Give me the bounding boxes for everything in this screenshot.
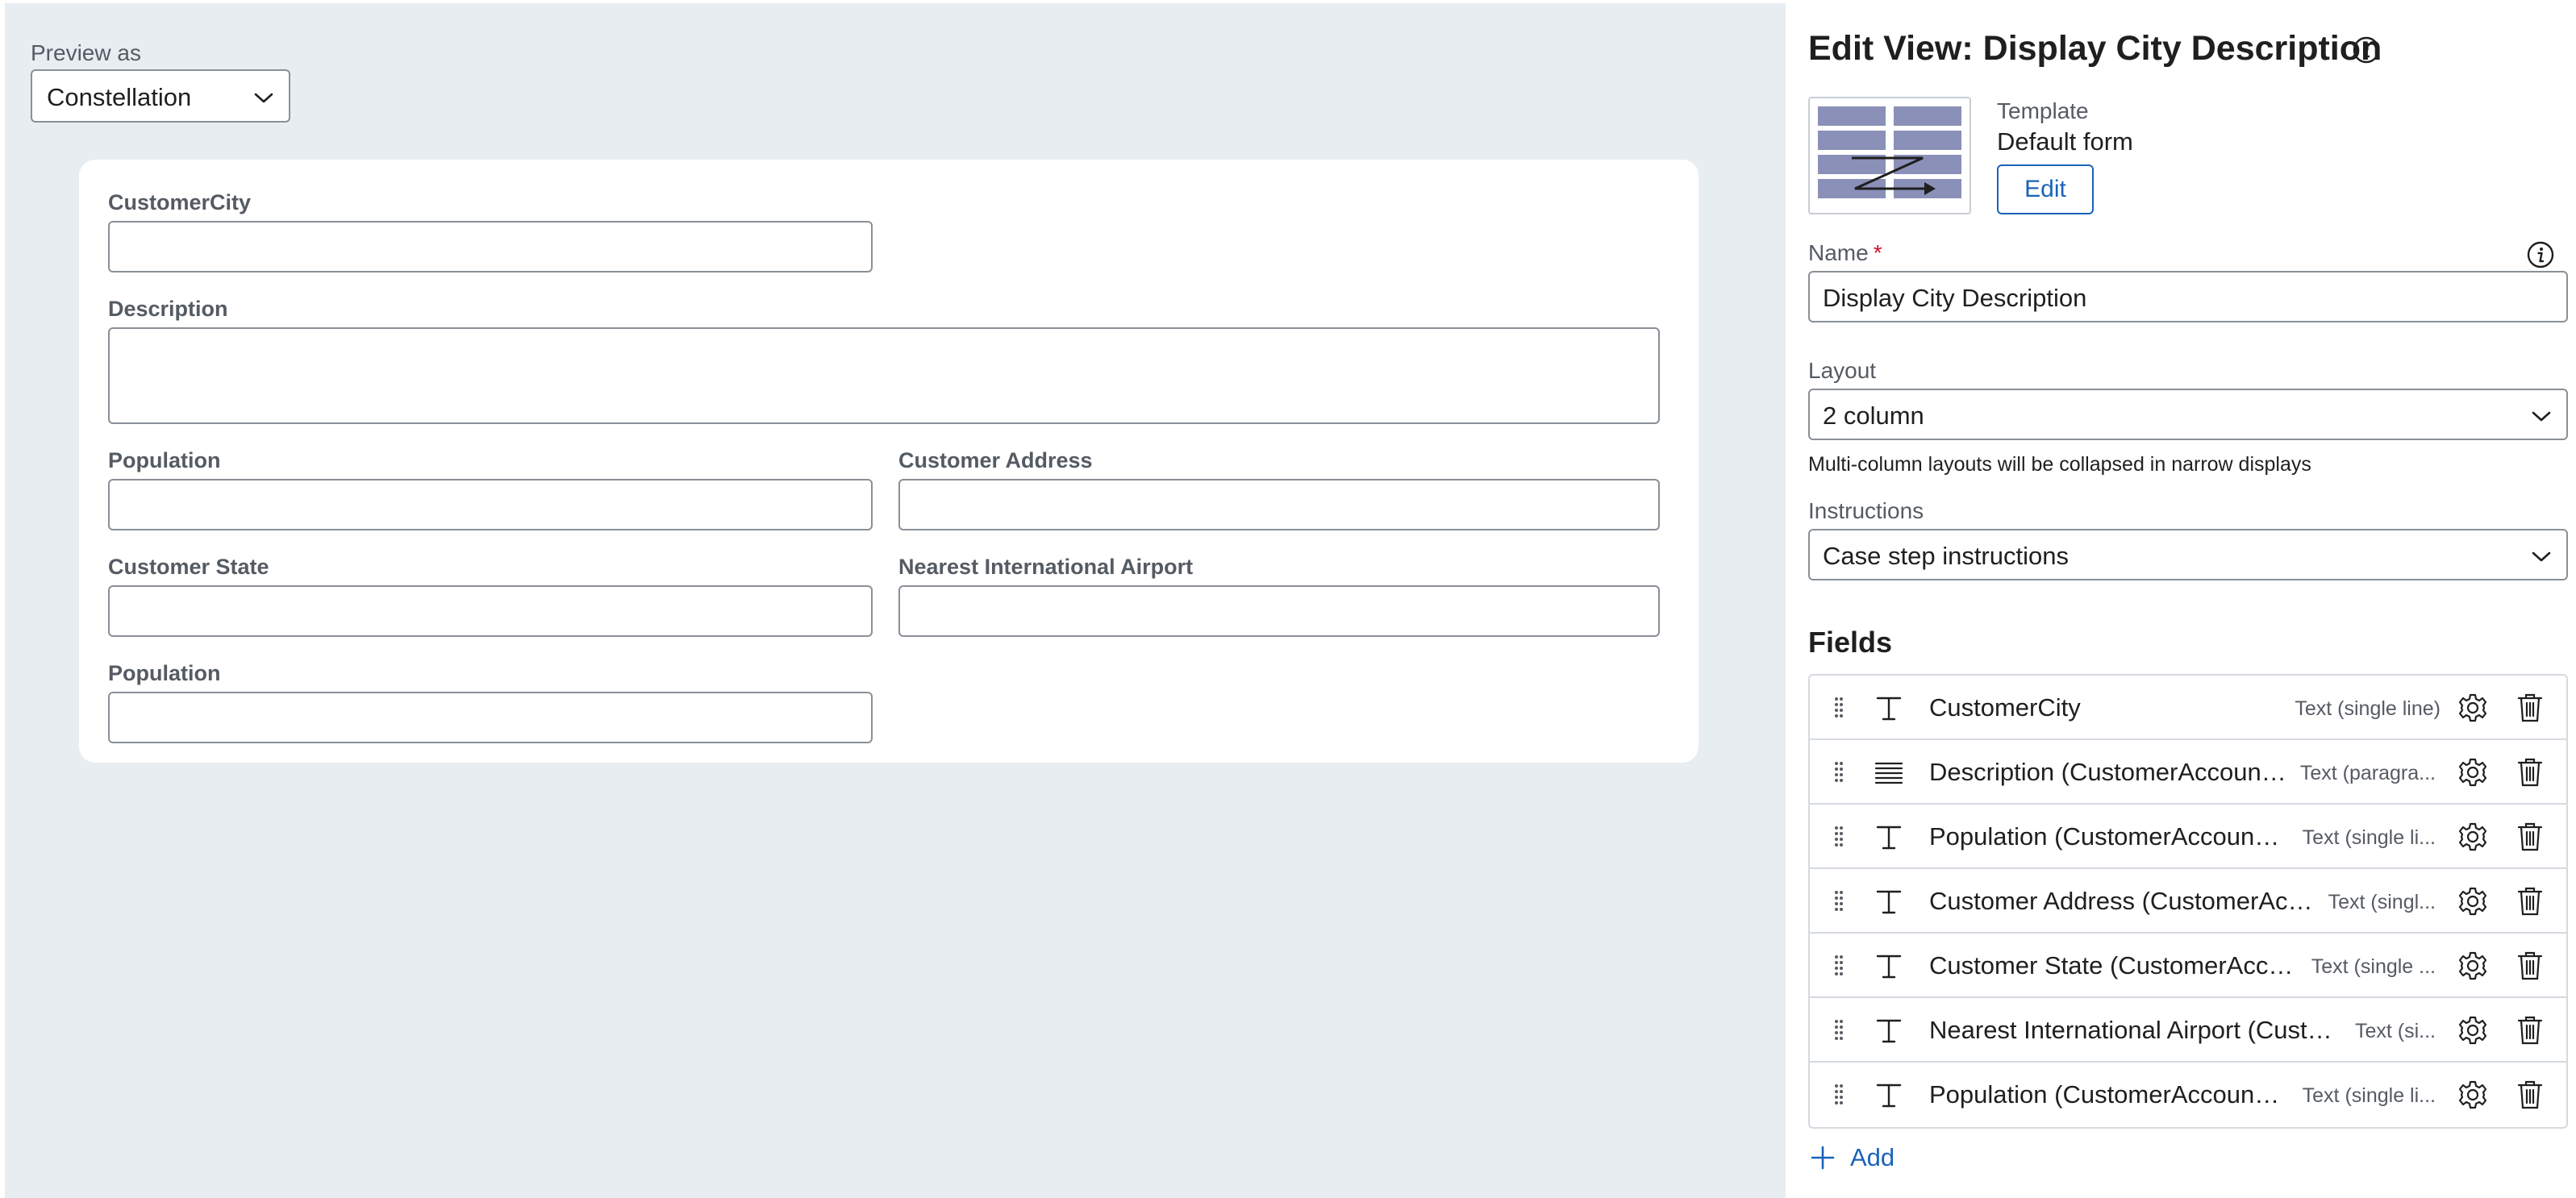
drag-handle-icon[interactable] bbox=[1834, 697, 1844, 719]
field-row[interactable]: Nearest International Airport (Custo... … bbox=[1810, 998, 2566, 1063]
field-row[interactable]: Customer Address (CustomerAcco... Text (… bbox=[1810, 869, 2566, 934]
field-type: Text (singl... bbox=[2328, 891, 2436, 913]
nearest-airport-input[interactable] bbox=[898, 585, 1660, 637]
field-row[interactable]: CustomerCity Text (single line) bbox=[1810, 676, 2566, 740]
fields-list: CustomerCity Text (single line) Descript… bbox=[1808, 674, 2568, 1129]
field-type: Text (single li... bbox=[2302, 1084, 2436, 1107]
field-type: Text (si... bbox=[2354, 1020, 2436, 1042]
template-value: Default form bbox=[1997, 127, 2133, 156]
info-icon[interactable] bbox=[2526, 240, 2555, 269]
field-row[interactable]: Population (CustomerAccountIn... Text (s… bbox=[1810, 1063, 2566, 1127]
text-icon bbox=[1876, 826, 1902, 850]
form-field-label: Population bbox=[108, 661, 221, 685]
chevron-down-icon bbox=[254, 93, 273, 103]
edit-view-panel: Edit View: Display City Description Temp… bbox=[1786, 0, 2576, 1196]
field-name: Description (CustomerAccountIn... bbox=[1929, 758, 2289, 786]
preview-as-select[interactable]: Constellation bbox=[31, 69, 290, 123]
required-marker: * bbox=[1873, 240, 1882, 265]
trash-icon[interactable] bbox=[2516, 821, 2544, 853]
gear-icon[interactable] bbox=[2457, 1014, 2489, 1046]
drag-handle-icon[interactable] bbox=[1834, 890, 1844, 913]
trash-icon[interactable] bbox=[2516, 756, 2544, 788]
preview-as-label: Preview as bbox=[31, 40, 141, 65]
field-name: Customer State (CustomerAccoun... bbox=[1929, 951, 2302, 980]
text-icon bbox=[1876, 890, 1902, 914]
gear-icon[interactable] bbox=[2457, 1079, 2489, 1111]
customer-state-input[interactable] bbox=[108, 585, 873, 637]
paragraph-icon bbox=[1874, 762, 1903, 784]
gear-icon[interactable] bbox=[2457, 885, 2489, 917]
edit-template-button[interactable]: Edit bbox=[1997, 164, 2094, 214]
plus-icon bbox=[1811, 1146, 1835, 1170]
chevron-down-icon bbox=[2532, 551, 2551, 562]
trash-icon[interactable] bbox=[2516, 950, 2544, 982]
instructions-select-value: Case step instructions bbox=[1823, 542, 2069, 570]
chevron-down-icon bbox=[2532, 411, 2551, 422]
gear-icon[interactable] bbox=[2457, 756, 2489, 788]
form-field-label: Customer State bbox=[108, 555, 269, 579]
gear-icon[interactable] bbox=[2457, 692, 2489, 724]
layout-label: Layout bbox=[1808, 358, 1877, 383]
layout-hint: Multi-column layouts will be collapsed i… bbox=[1808, 453, 2311, 476]
template-label: Template bbox=[1997, 98, 2089, 123]
field-name: Nearest International Airport (Custo... bbox=[1929, 1016, 2336, 1044]
gear-icon[interactable] bbox=[2457, 950, 2489, 982]
info-icon[interactable] bbox=[2352, 35, 2381, 64]
drag-handle-icon[interactable] bbox=[1834, 1019, 1844, 1042]
layout-select-value: 2 column bbox=[1823, 401, 1924, 430]
form-preview-card: CustomerCity Description Population Cust… bbox=[79, 160, 1699, 763]
name-label: Name * bbox=[1808, 240, 1882, 266]
field-row[interactable]: Customer State (CustomerAccoun... Text (… bbox=[1810, 934, 2566, 998]
fields-heading: Fields bbox=[1808, 626, 1893, 659]
field-name: Population (CustomerAccountIn... bbox=[1929, 1080, 2284, 1109]
trash-icon[interactable] bbox=[2516, 1014, 2544, 1046]
gear-icon[interactable] bbox=[2457, 821, 2489, 853]
trash-icon[interactable] bbox=[2516, 692, 2544, 724]
trash-icon[interactable] bbox=[2516, 885, 2544, 917]
text-icon bbox=[1876, 1019, 1902, 1043]
panel-title: Edit View: Display City Description bbox=[1808, 29, 2382, 68]
customer-city-input[interactable] bbox=[108, 221, 873, 272]
field-name: Population (CustomerAccountIn... bbox=[1929, 822, 2284, 851]
instructions-select[interactable]: Case step instructions bbox=[1808, 529, 2568, 580]
instructions-label: Instructions bbox=[1808, 498, 1924, 523]
field-name: CustomerCity bbox=[1929, 693, 2081, 722]
field-row[interactable]: Population (CustomerAccountIn... Text (s… bbox=[1810, 805, 2566, 869]
drag-handle-icon[interactable] bbox=[1834, 761, 1844, 784]
form-field-label: CustomerCity bbox=[108, 190, 252, 214]
form-template-icon bbox=[1818, 106, 1961, 198]
field-type: Text (single line) bbox=[2295, 697, 2441, 720]
text-icon bbox=[1876, 1084, 1902, 1108]
population-input-2[interactable] bbox=[108, 692, 873, 743]
trash-icon[interactable] bbox=[2516, 1079, 2544, 1111]
drag-handle-icon[interactable] bbox=[1834, 1084, 1844, 1106]
drag-handle-icon[interactable] bbox=[1834, 826, 1844, 848]
name-label-text: Name bbox=[1808, 240, 1869, 265]
text-icon bbox=[1876, 955, 1902, 979]
name-input-value: Display City Description bbox=[1823, 284, 2087, 312]
field-row[interactable]: Description (CustomerAccountIn... Text (… bbox=[1810, 740, 2566, 805]
template-thumbnail bbox=[1808, 97, 1971, 214]
field-type: Text (single ... bbox=[2311, 955, 2436, 978]
form-field-label: Description bbox=[108, 297, 228, 321]
form-field-label: Nearest International Airport bbox=[898, 555, 1194, 579]
field-type: Text (paragra... bbox=[2299, 762, 2436, 784]
field-name: Customer Address (CustomerAcco... bbox=[1929, 887, 2315, 915]
form-field-label: Customer Address bbox=[898, 448, 1093, 472]
add-field-label: Add bbox=[1850, 1143, 1895, 1171]
preview-as-value: Constellation bbox=[47, 83, 192, 111]
customer-address-input[interactable] bbox=[898, 479, 1660, 530]
preview-pane: Preview as Constellation CustomerCity De… bbox=[5, 3, 1786, 1198]
drag-handle-icon[interactable] bbox=[1834, 955, 1844, 977]
layout-select[interactable]: 2 column bbox=[1808, 389, 2568, 440]
form-field-label: Population bbox=[108, 448, 221, 472]
text-icon bbox=[1876, 697, 1902, 721]
description-textarea[interactable] bbox=[108, 327, 1660, 424]
population-input[interactable] bbox=[108, 479, 873, 530]
field-type: Text (single li... bbox=[2302, 826, 2436, 849]
name-input[interactable]: Display City Description bbox=[1808, 271, 2568, 322]
